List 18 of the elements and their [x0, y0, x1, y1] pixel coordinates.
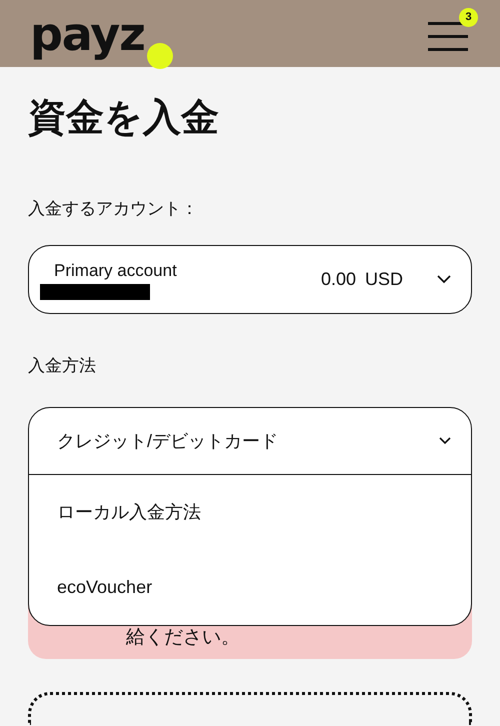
- chevron-down-icon: [437, 275, 451, 284]
- account-balance: 0.00: [320, 268, 356, 291]
- account-select[interactable]: Primary account 0.00 USD: [28, 245, 472, 314]
- notification-badge: 3: [459, 8, 478, 26]
- chevron-down-icon: [439, 437, 451, 445]
- menu-button[interactable]: 3: [428, 8, 478, 56]
- currency-code: USD: [364, 268, 403, 291]
- page-title: 資金を入金: [28, 96, 220, 141]
- menu-icon: [428, 22, 470, 52]
- dropdown-option[interactable]: ローカル入金方法: [29, 475, 471, 550]
- upload-area[interactable]: [28, 692, 472, 725]
- account-name: Primary account: [54, 260, 177, 282]
- method-select[interactable]: クレジット/デビットカード: [29, 408, 471, 475]
- field-label: 入金するアカウント：: [28, 198, 199, 220]
- alert-text: 給ください。: [126, 626, 240, 650]
- dot-icon: [146, 42, 173, 68]
- dropdown-option[interactable]: ecoVoucher: [29, 550, 471, 625]
- field-label: 入金方法: [28, 355, 97, 377]
